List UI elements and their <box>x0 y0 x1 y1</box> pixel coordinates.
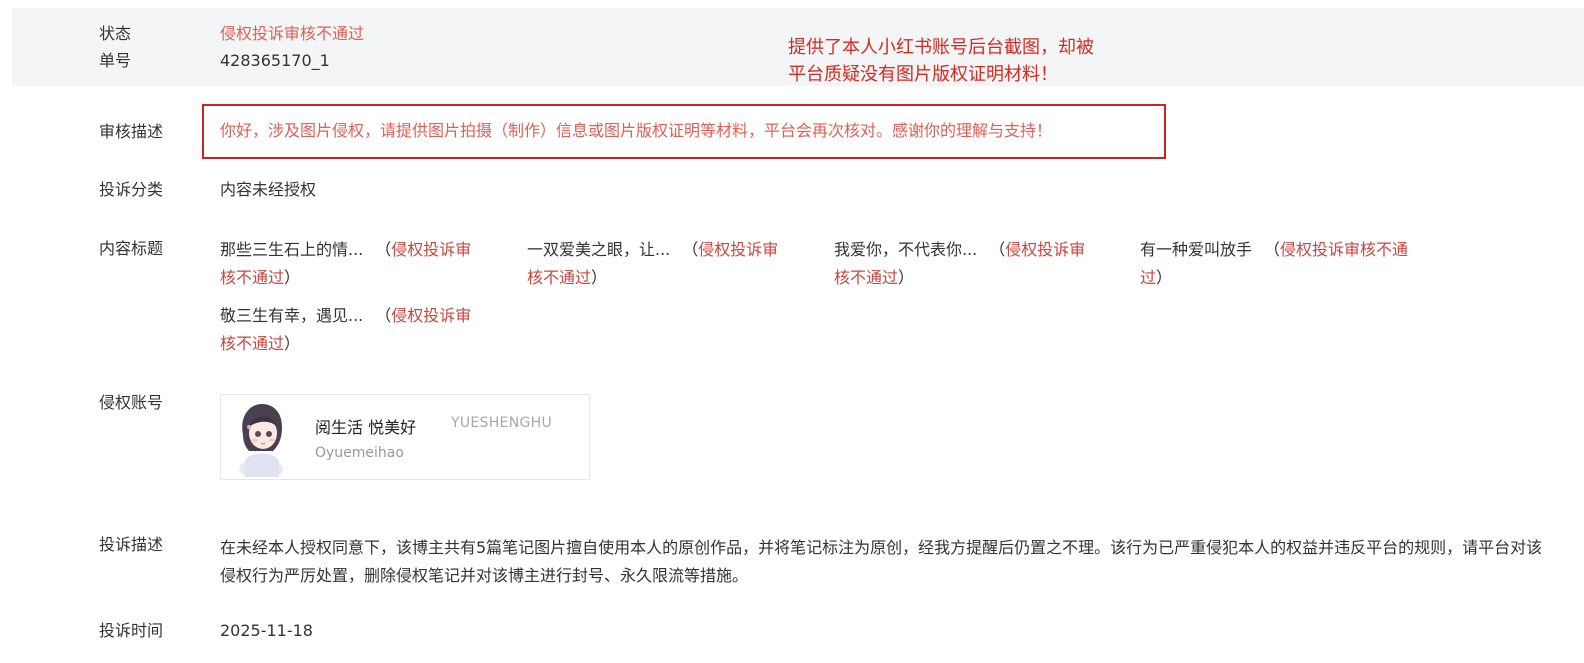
account-card[interactable]: 阅生活 悦美好 YUESHENGHU Oyuemeihao <box>220 394 590 480</box>
titles-label: 内容标题 <box>99 239 164 258</box>
account-label: 侵权账号 <box>99 393 164 412</box>
content-title-item[interactable]: 一双爱美之眼，让... （侵权投诉审 核不通过） <box>527 236 817 292</box>
order-value: 428365170_1 <box>220 51 330 70</box>
content-title-status: 核不通过 <box>220 334 285 353</box>
status-value: 侵权投诉审核不通过 <box>220 24 365 43</box>
complaint-text: 在未经本人授权同意下，该博主共有5篇笔记图片擅自使用本人的原创作品，并将笔记标注… <box>220 538 1543 585</box>
content-title[interactable]: 那些三生石上的情... <box>220 240 363 259</box>
time-value: 2025-11-18 <box>220 621 313 640</box>
content-title-status: 核不通过 <box>220 268 285 287</box>
content-title-status: 侵权投诉审 <box>391 240 472 259</box>
account-tag: YUESHENGHU <box>451 415 552 431</box>
content-title-item[interactable]: 那些三生石上的情... （侵权投诉审 核不通过） <box>220 236 510 292</box>
category-value: 内容未经授权 <box>220 180 317 199</box>
complaint-label: 投诉描述 <box>99 535 164 554</box>
content-title-status: 过 <box>1140 268 1157 287</box>
content-title-status: 侵权投诉审 <box>698 240 779 259</box>
content-title-status: 核不通过 <box>834 268 899 287</box>
content-title[interactable]: 敬三生有幸，遇见... <box>220 306 363 325</box>
category-label: 投诉分类 <box>99 180 164 199</box>
content-title[interactable]: 有一种爱叫放手 <box>1140 240 1252 259</box>
content-title-item[interactable]: 我爱你，不代表你... （侵权投诉审 核不通过） <box>834 236 1124 292</box>
content-title-status: 核不通过 <box>527 268 592 287</box>
account-id: Oyuemeihao <box>315 445 404 461</box>
annotation-note: 提供了本人小红书账号后台截图，却被 平台质疑没有图片版权证明材料！ <box>788 34 1094 88</box>
content-title-item[interactable]: 敬三生有幸，遇见... （侵权投诉审 核不通过） <box>220 302 510 358</box>
order-label: 单号 <box>99 51 132 70</box>
review-label: 审核描述 <box>99 122 164 141</box>
content-title[interactable]: 一双爱美之眼，让... <box>527 240 670 259</box>
content-title-item[interactable]: 有一种爱叫放手 （侵权投诉审核不通 过） <box>1140 236 1430 292</box>
review-text: 你好，涉及图片侵权，请提供图片拍摄（制作）信息或图片版权证明等材料，平台会再次核… <box>220 121 1053 140</box>
content-title[interactable]: 我爱你，不代表你... <box>834 240 977 259</box>
status-label: 状态 <box>99 24 132 43</box>
account-name[interactable]: 阅生活 悦美好 <box>315 414 416 438</box>
time-label: 投诉时间 <box>99 621 164 640</box>
content-title-status: 侵权投诉审核不通 <box>1280 240 1409 259</box>
content-title-status: 侵权投诉审 <box>1005 240 1086 259</box>
avatar <box>239 403 283 477</box>
annotation-line: 提供了本人小红书账号后台截图，却被 <box>788 37 1094 58</box>
content-title-status: 侵权投诉审 <box>391 306 472 325</box>
annotation-line: 平台质疑没有图片版权证明材料！ <box>788 64 1058 85</box>
